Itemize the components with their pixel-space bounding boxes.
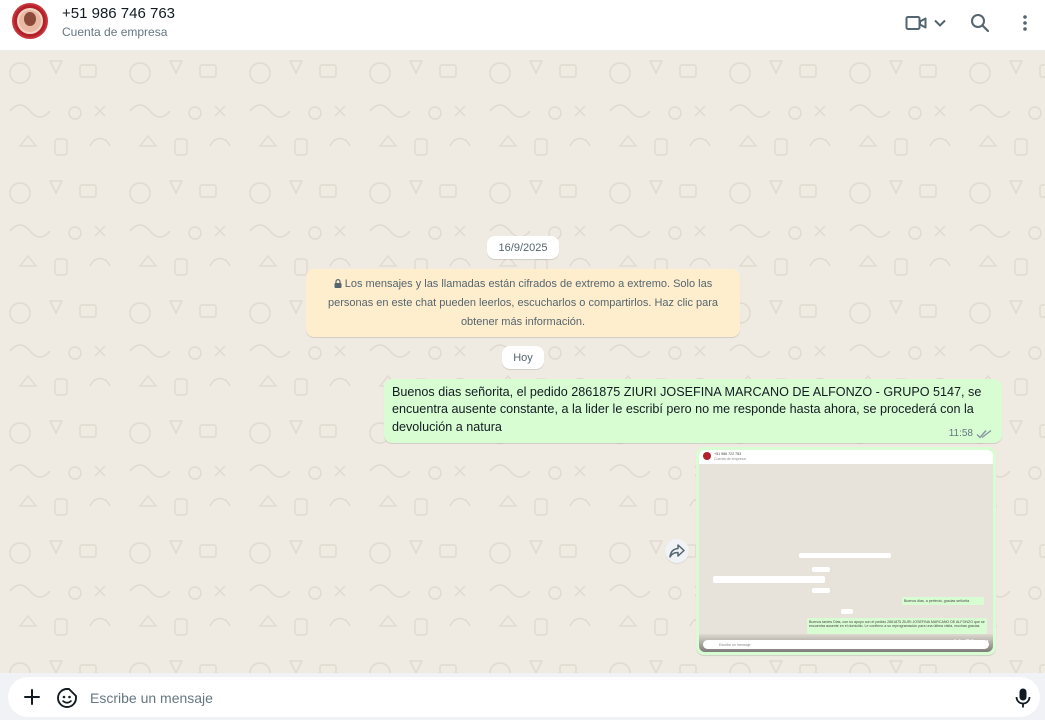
microphone-icon [1015,688,1031,708]
message-time: 11:58 [948,428,973,439]
video-call-icon [905,16,927,30]
thumb-line-2: Buenos tardes Dias, con su apoyo con el … [809,620,985,628]
thumb-incoming [713,576,825,583]
date-chip: 16/9/2025 [487,236,559,259]
thumb-contact: +51 986 722 783 [714,452,742,456]
chevron-down-icon [934,19,946,27]
thumb-subtitle: Cuenta de empresa [714,457,746,461]
outgoing-image-message[interactable]: +51 986 722 783 Cuenta de empresa Buenos… [696,447,996,655]
search-button[interactable] [970,12,990,34]
read-ticks-icon [975,639,989,648]
thumb-line-1: Buenos dias, a perfecto, gracias señorit… [904,599,970,603]
menu-button[interactable] [1016,12,1034,34]
image-thumbnail[interactable]: +51 986 722 783 Cuenta de empresa Buenos… [699,450,993,652]
contact-avatar[interactable] [12,3,48,39]
voice-message-button[interactable] [1014,687,1032,709]
composer [8,677,1040,717]
contact-subtitle: Cuenta de empresa [62,25,168,39]
thumb-system-msg [799,553,891,558]
image-time: 11:59 [952,638,975,648]
read-ticks-icon [976,429,992,439]
thumb-avatar [703,452,711,460]
search-icon [971,14,990,33]
encryption-text: Los mensajes y las llamadas están cifrad… [327,278,719,328]
menu-dots-icon [1023,15,1027,31]
chat-header: +51 986 746 763 Cuenta de empresa [0,0,1045,51]
contact-name[interactable]: +51 986 746 763 [62,5,175,22]
sticker-button[interactable] [56,687,78,709]
composer-bar [0,673,1045,720]
chat-area[interactable]: 16/9/2025 Los mensajes y las llamadas es… [0,51,1045,673]
message-meta: 11:58 [949,428,992,439]
sticker-icon [57,688,77,708]
thumb-chip [812,567,830,572]
encryption-notice[interactable]: Los mensajes y las llamadas están cifrad… [306,269,740,337]
message-input[interactable] [90,687,990,709]
thumb-chip [812,588,830,593]
plus-icon [24,689,40,705]
thumb-chip [841,609,853,614]
attach-button[interactable] [22,687,42,707]
thumb-input-placeholder: Escribe un mensaje [719,643,751,647]
video-call-button[interactable] [905,12,948,34]
outgoing-message[interactable]: Buenos dias señorita, el pedido 2861875 … [384,379,1002,443]
message-text: Buenos dias señorita, el pedido 2861875 … [392,385,982,434]
forward-button[interactable] [665,539,689,563]
avatar-face [24,12,36,26]
forward-icon [669,544,685,558]
lock-icon [334,279,342,288]
date-chip-today: Hoy [502,346,544,369]
